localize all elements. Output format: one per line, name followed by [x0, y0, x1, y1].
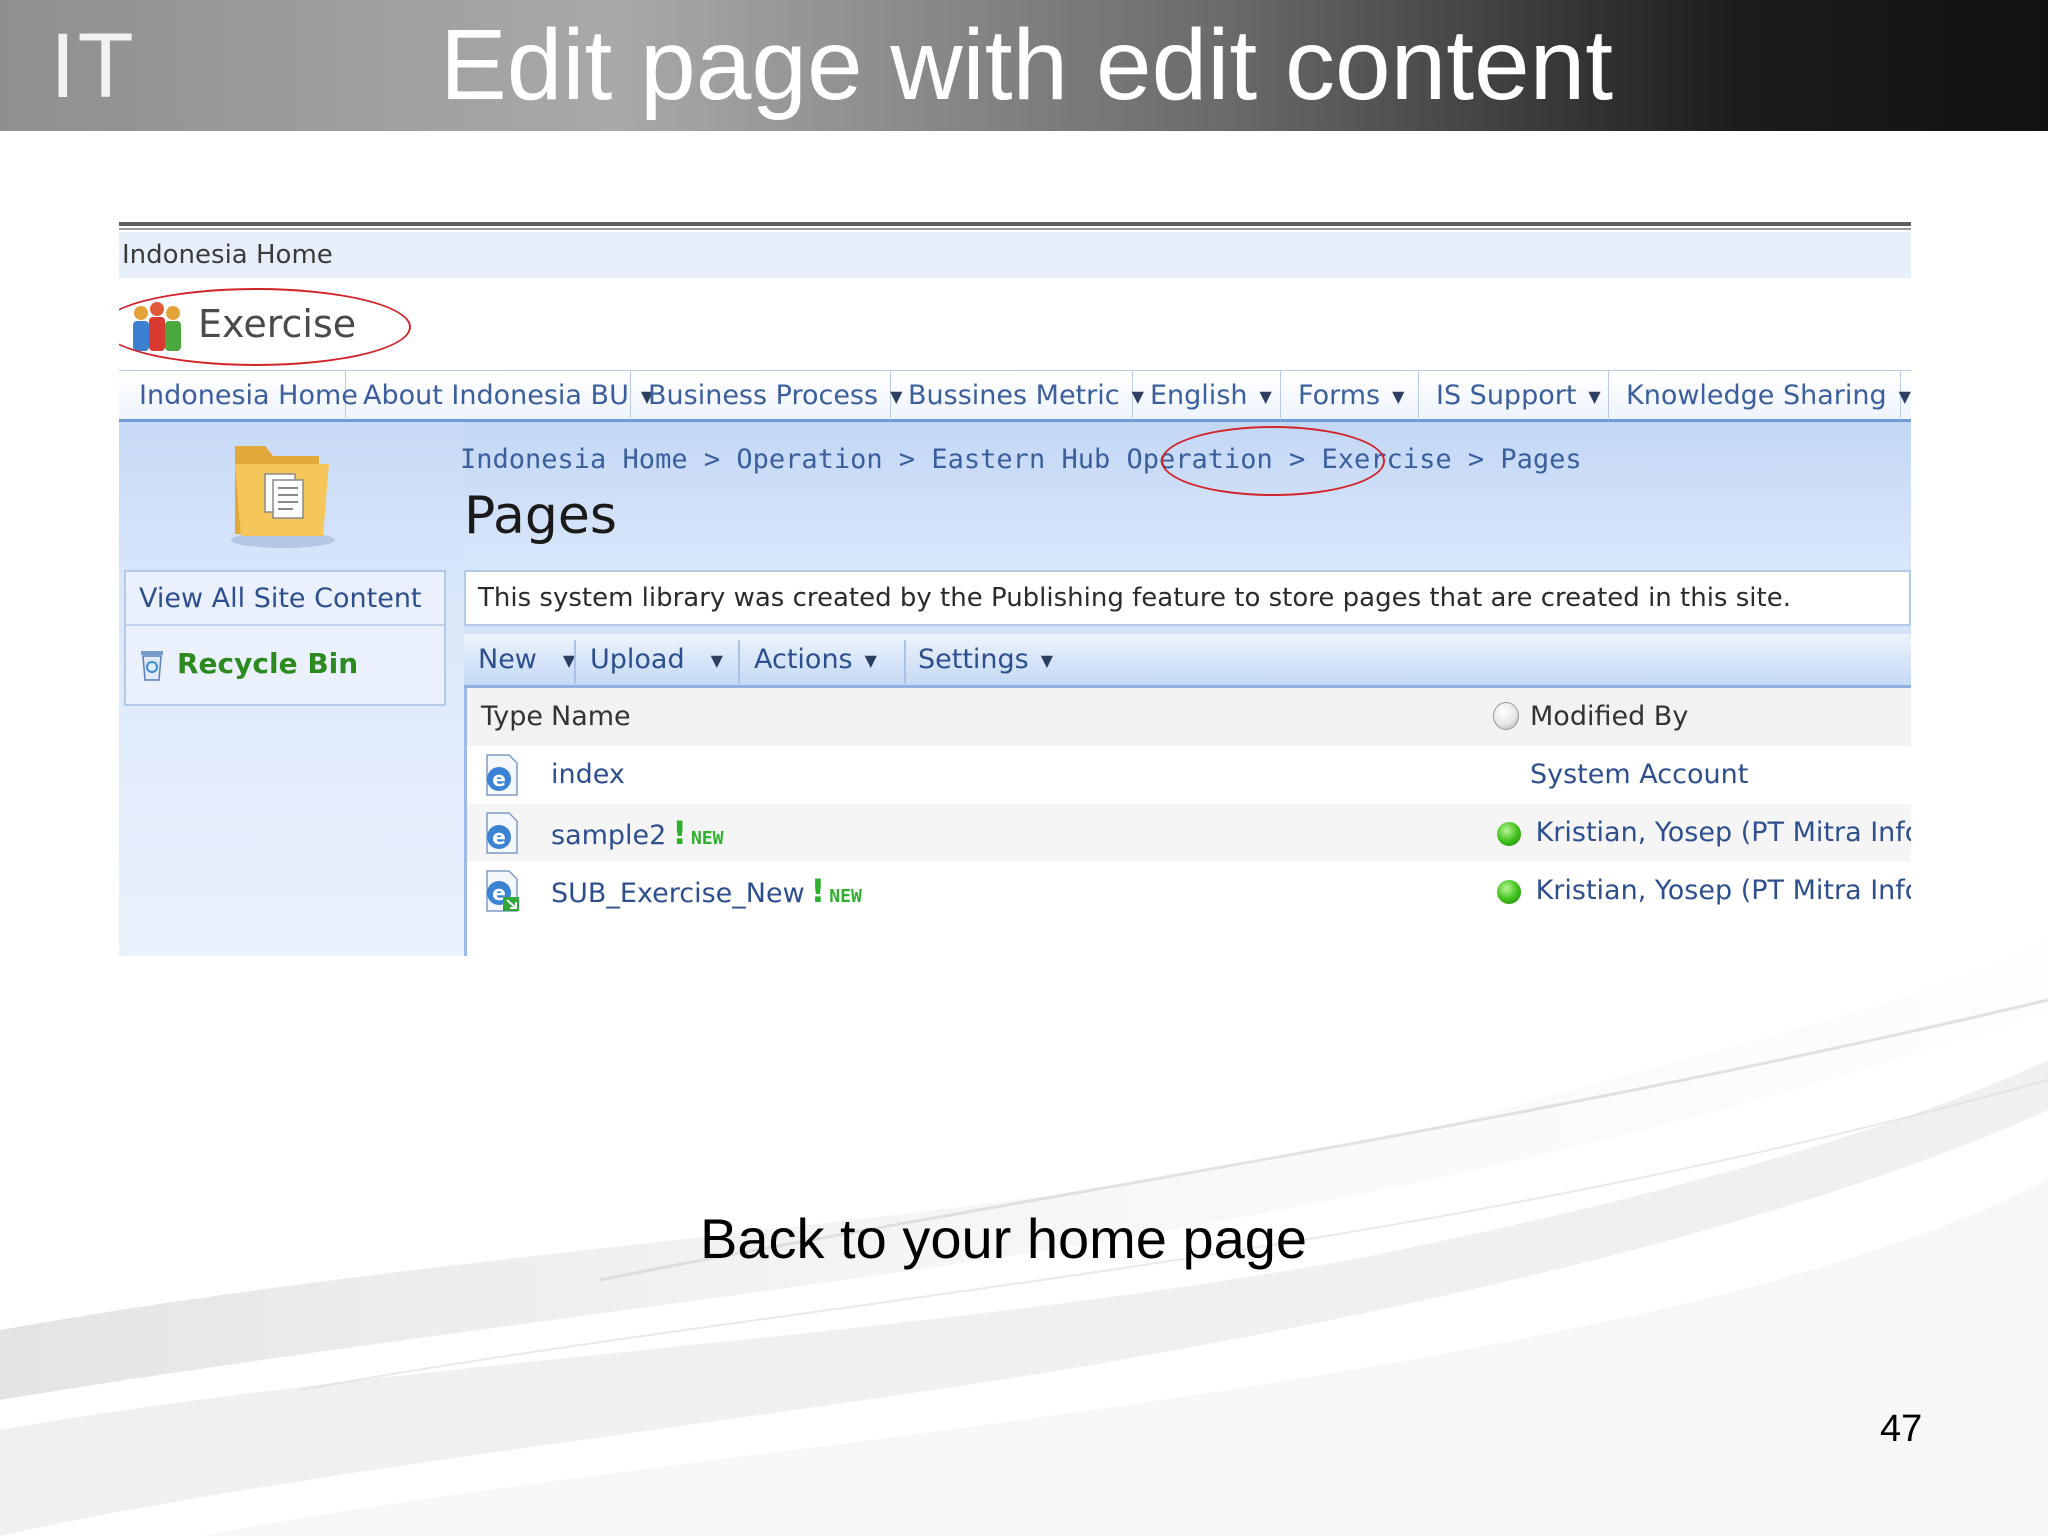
library-description: This system library was created by the P…	[464, 570, 1911, 626]
top-divider	[119, 222, 1911, 226]
new-exclamation-icon: !	[672, 814, 687, 852]
top-nav-bar: Indonesia Home About Indonesia BU ▼ Busin…	[119, 370, 1911, 422]
nav-label: Indonesia Home	[139, 380, 358, 411]
radio-icon	[1493, 702, 1519, 730]
toolbar-separator	[904, 640, 906, 684]
column-header-modified-by[interactable]: Modified By	[1530, 688, 1688, 746]
folder-icon	[231, 446, 335, 548]
nav-knowledge-sharing[interactable]: Knowledge Sharing ▼	[1609, 371, 1911, 420]
chevron-down-icon: ▼	[1040, 651, 1054, 670]
slide-caption: Back to your home page	[700, 1207, 1308, 1270]
toolbar-separator	[574, 640, 576, 684]
breadcrumb[interactable]: Indonesia Home > Operation > Eastern Hub…	[460, 444, 1582, 475]
recycle-bin-label: Recycle Bin	[177, 647, 359, 680]
modified-by-link[interactable]: Kristian, Yosep (PT Mitra Infoparama)	[1536, 875, 1911, 906]
nav-label: About Indonesia BU	[363, 380, 629, 411]
list-header-row: Type Name Modified By	[467, 688, 1911, 746]
svg-text:e: e	[492, 767, 506, 791]
nav-about-indonesia-bu[interactable]: About Indonesia BU ▼	[346, 371, 653, 420]
nav-is-support[interactable]: IS Support ▼	[1419, 371, 1609, 420]
table-row[interactable]: e sample2! NEW Kristian, Yosep (PT Mitra …	[467, 804, 1911, 862]
nav-english[interactable]: English ▼	[1133, 371, 1281, 420]
chevron-down-icon: ▼	[1588, 387, 1601, 406]
upload-menu-button[interactable]: Upload ▼	[590, 634, 723, 685]
nav-business-process[interactable]: Business Process ▼	[631, 371, 902, 420]
actions-menu-button[interactable]: Actions ▼	[754, 634, 877, 685]
svg-text:e: e	[492, 825, 506, 849]
nav-label: IS Support	[1436, 380, 1577, 411]
document-name-link[interactable]: SUB_Exercise_New	[551, 878, 805, 909]
ie-page-link-icon: e	[486, 870, 519, 912]
view-all-site-content-link[interactable]: View All Site Content	[126, 572, 444, 626]
toolbar-separator	[738, 640, 740, 684]
slide-header: IT Edit page with edit content	[0, 0, 2048, 131]
ie-page-icon: e	[486, 812, 518, 854]
presence-online-icon[interactable]	[1497, 879, 1521, 904]
toolbar-label: Actions	[754, 644, 853, 675]
nav-label: Knowledge Sharing	[1626, 380, 1887, 411]
recycle-bin-link[interactable]: Recycle Bin	[126, 626, 444, 704]
list-toolbar: New ▼ Upload ▼ Actions ▼ Settings ▼	[464, 626, 1911, 688]
chevron-down-icon: ▼	[864, 651, 877, 670]
nav-bussines-metric[interactable]: Bussines Metric ▼	[891, 371, 1144, 420]
slide-title: Edit page with edit content	[440, 9, 1613, 121]
toolbar-label: Settings	[918, 644, 1029, 675]
global-breadcrumb-link[interactable]: Indonesia Home	[119, 232, 1911, 278]
presence-online-icon[interactable]	[1497, 821, 1521, 846]
slide-logo: IT	[50, 15, 136, 117]
nav-label: Business Process	[648, 380, 879, 411]
slide-page-number: 47	[1880, 1408, 1923, 1450]
new-menu-button[interactable]: New ▼	[464, 634, 575, 685]
modified-by-cell: Kristian, Yosep (PT Mitra Infoparama)	[1497, 862, 1911, 920]
quick-launch: View All Site Content Recycle Bin	[124, 570, 446, 706]
document-name-link[interactable]: index	[551, 746, 625, 804]
recycle-bin-icon	[141, 651, 163, 681]
new-badge: NEW	[829, 886, 862, 907]
highlight-ellipse-breadcrumb	[1161, 426, 1385, 496]
table-row[interactable]: e SUB_Exercise_New! NEW Kristian, Yosep (…	[467, 862, 1911, 920]
new-exclamation-icon: !	[810, 872, 826, 910]
chevron-down-icon: ▼	[710, 651, 723, 670]
document-name-cell: sample2! NEW	[551, 804, 723, 868]
nav-indonesia-home[interactable]: Indonesia Home	[122, 371, 358, 420]
nav-label: Forms	[1298, 380, 1381, 411]
chevron-down-icon: ▼	[1392, 387, 1405, 406]
page-title: Pages	[464, 486, 617, 546]
nav-label: English	[1150, 380, 1248, 411]
modified-by-cell: Kristian, Yosep (PT Mitra Infoparama)	[1497, 804, 1911, 862]
ie-page-icon: e	[486, 754, 518, 796]
column-header-name[interactable]: Name	[551, 688, 631, 746]
nav-label: Bussines Metric	[908, 380, 1120, 411]
toolbar-label: New	[478, 644, 537, 675]
modified-by-link[interactable]: Kristian, Yosep (PT Mitra Infoparama)	[1536, 817, 1911, 848]
column-header-type[interactable]: Type	[481, 688, 543, 746]
table-row[interactable]: e index System Account	[467, 746, 1911, 804]
new-badge: NEW	[690, 828, 724, 849]
document-name-cell: SUB_Exercise_New! NEW	[551, 862, 862, 926]
settings-menu-button[interactable]: Settings ▼	[918, 634, 1053, 685]
nav-forms[interactable]: Forms ▼	[1281, 371, 1419, 420]
chevron-down-icon: ▼	[1259, 387, 1272, 406]
sharepoint-screenshot: Indonesia Home Exercise Indonesia Home A…	[119, 222, 1911, 956]
modified-by-link[interactable]: System Account	[1530, 746, 1748, 804]
document-name-link[interactable]: sample2	[551, 820, 666, 851]
toolbar-label: Upload	[590, 644, 685, 675]
chevron-down-icon: ▼	[1898, 387, 1911, 406]
top-divider-secondary	[119, 228, 1911, 230]
